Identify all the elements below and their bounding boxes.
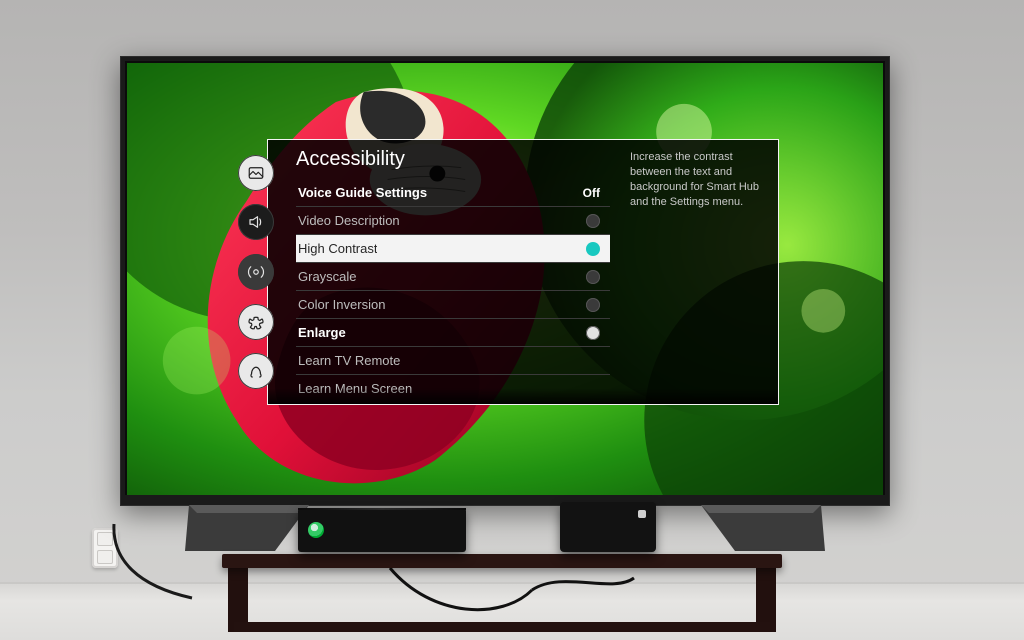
- menu-item-label: Video Description: [298, 213, 400, 228]
- bottom-fade: [268, 388, 778, 404]
- wall-outlet: [92, 528, 118, 568]
- tv-screen: Accessibility Voice Guide Settings Off Vid…: [127, 63, 883, 499]
- settings-panel: Accessibility Voice Guide Settings Off Vid…: [268, 140, 620, 404]
- menu-item-label: Voice Guide Settings: [298, 185, 427, 200]
- settings-overlay: Accessibility Voice Guide Settings Off Vid…: [267, 139, 779, 405]
- toggle-indicator: [586, 298, 600, 312]
- toggle-indicator: [586, 270, 600, 284]
- menu-item-video-description[interactable]: Video Description: [296, 207, 610, 235]
- rail-broadcast-icon[interactable]: [238, 254, 274, 290]
- menu-item-learn-tv-remote[interactable]: Learn TV Remote: [296, 347, 610, 375]
- menu-item-value: Off: [583, 186, 600, 200]
- menu-item-label: High Contrast: [298, 241, 377, 256]
- menu-item-label: Grayscale: [298, 269, 357, 284]
- menu-item-voice-guide-settings[interactable]: Voice Guide Settings Off: [296, 179, 610, 207]
- panel-title: Accessibility: [296, 148, 610, 171]
- toggle-indicator: [586, 214, 600, 228]
- menu-item-color-inversion[interactable]: Color Inversion: [296, 291, 610, 319]
- toggle-indicator: [586, 326, 600, 340]
- toggle-indicator: [586, 242, 600, 256]
- rail-sound-icon[interactable]: [238, 204, 274, 240]
- rail-picture-icon[interactable]: [238, 155, 274, 191]
- streaming-box: [560, 502, 656, 552]
- menu-item-label: Enlarge: [298, 325, 346, 340]
- game-console: [298, 508, 466, 552]
- menu-item-label: Learn TV Remote: [298, 353, 400, 368]
- rail-support-icon[interactable]: [238, 353, 274, 389]
- menu-item-high-contrast[interactable]: High Contrast: [296, 235, 610, 263]
- menu-item-grayscale[interactable]: Grayscale: [296, 263, 610, 291]
- room-photo: Accessibility Voice Guide Settings Off Vid…: [0, 0, 1024, 640]
- tv-frame: Accessibility Voice Guide Settings Off Vid…: [120, 56, 890, 506]
- menu-item-enlarge[interactable]: Enlarge: [296, 319, 610, 347]
- item-description: Increase the contrast between the text a…: [620, 140, 778, 404]
- menu-item-label: Color Inversion: [298, 297, 385, 312]
- rail-general-icon[interactable]: [238, 304, 274, 340]
